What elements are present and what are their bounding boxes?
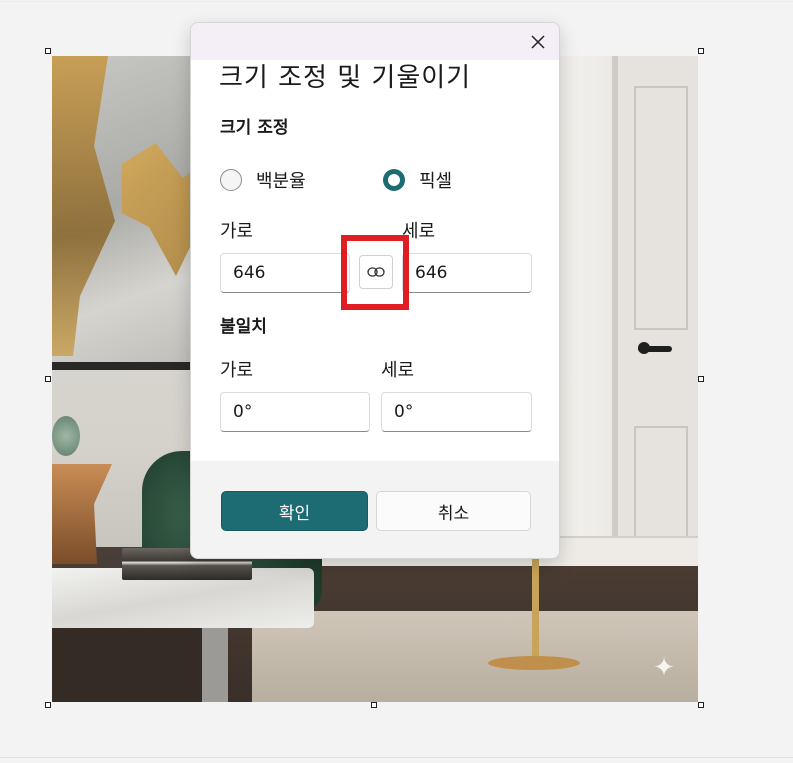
sparkle-icon: ✦ [653, 653, 675, 683]
resize-handle-bottom-right[interactable] [698, 702, 704, 708]
resize-width-label: 가로 [220, 221, 254, 242]
image-coffee-table-leg [202, 628, 228, 702]
dialog-titlebar [191, 23, 559, 60]
cancel-button[interactable]: 취소 [376, 491, 531, 531]
close-icon [531, 35, 545, 49]
dialog-title: 크기 조정 및 기울이기 [219, 63, 472, 93]
resize-handle-right[interactable] [698, 376, 704, 382]
skew-horizontal-input[interactable]: 0° [220, 392, 370, 432]
skew-vertical-input[interactable]: 0° [381, 392, 532, 432]
skew-vertical-label: 세로 [381, 360, 415, 381]
radio-percentage-label: 백분율 [256, 171, 306, 192]
close-button[interactable] [525, 29, 551, 55]
resize-handle-left[interactable] [45, 376, 51, 382]
resize-handle-bottom[interactable] [371, 702, 377, 708]
resize-width-input[interactable]: 646 [220, 253, 350, 293]
ok-button[interactable]: 확인 [221, 491, 368, 531]
radio-percentage[interactable]: 백분율 [220, 167, 306, 193]
resize-handle-bottom-left[interactable] [45, 702, 51, 708]
canvas-bottom-divider [0, 757, 793, 758]
image-plant [52, 416, 80, 456]
radio-pixels-circle[interactable] [383, 169, 405, 191]
image-door-handle [638, 346, 672, 352]
dialog-footer: 확인 취소 [191, 461, 559, 558]
resize-height-input[interactable]: 646 [402, 253, 532, 293]
image-lamp-base [488, 656, 580, 670]
canvas-top-divider [0, 1, 793, 2]
skew-horizontal-label: 가로 [220, 360, 254, 381]
image-rug [252, 611, 698, 702]
resize-handle-top-left[interactable] [45, 48, 51, 54]
resize-handle-top-right[interactable] [698, 48, 704, 54]
highlight-annotation [341, 235, 409, 310]
radio-pixels-label: 픽셀 [419, 171, 453, 192]
radio-pixels[interactable]: 픽셀 [383, 167, 452, 193]
image-side-table [52, 464, 112, 564]
radio-percentage-circle[interactable] [220, 169, 242, 191]
skew-heading: 불일치 [220, 317, 267, 337]
image-coffee-table-base [52, 628, 227, 702]
image-door-panel [634, 426, 688, 550]
image-door-panel [634, 86, 688, 330]
resize-heading: 크기 조정 [220, 118, 289, 138]
